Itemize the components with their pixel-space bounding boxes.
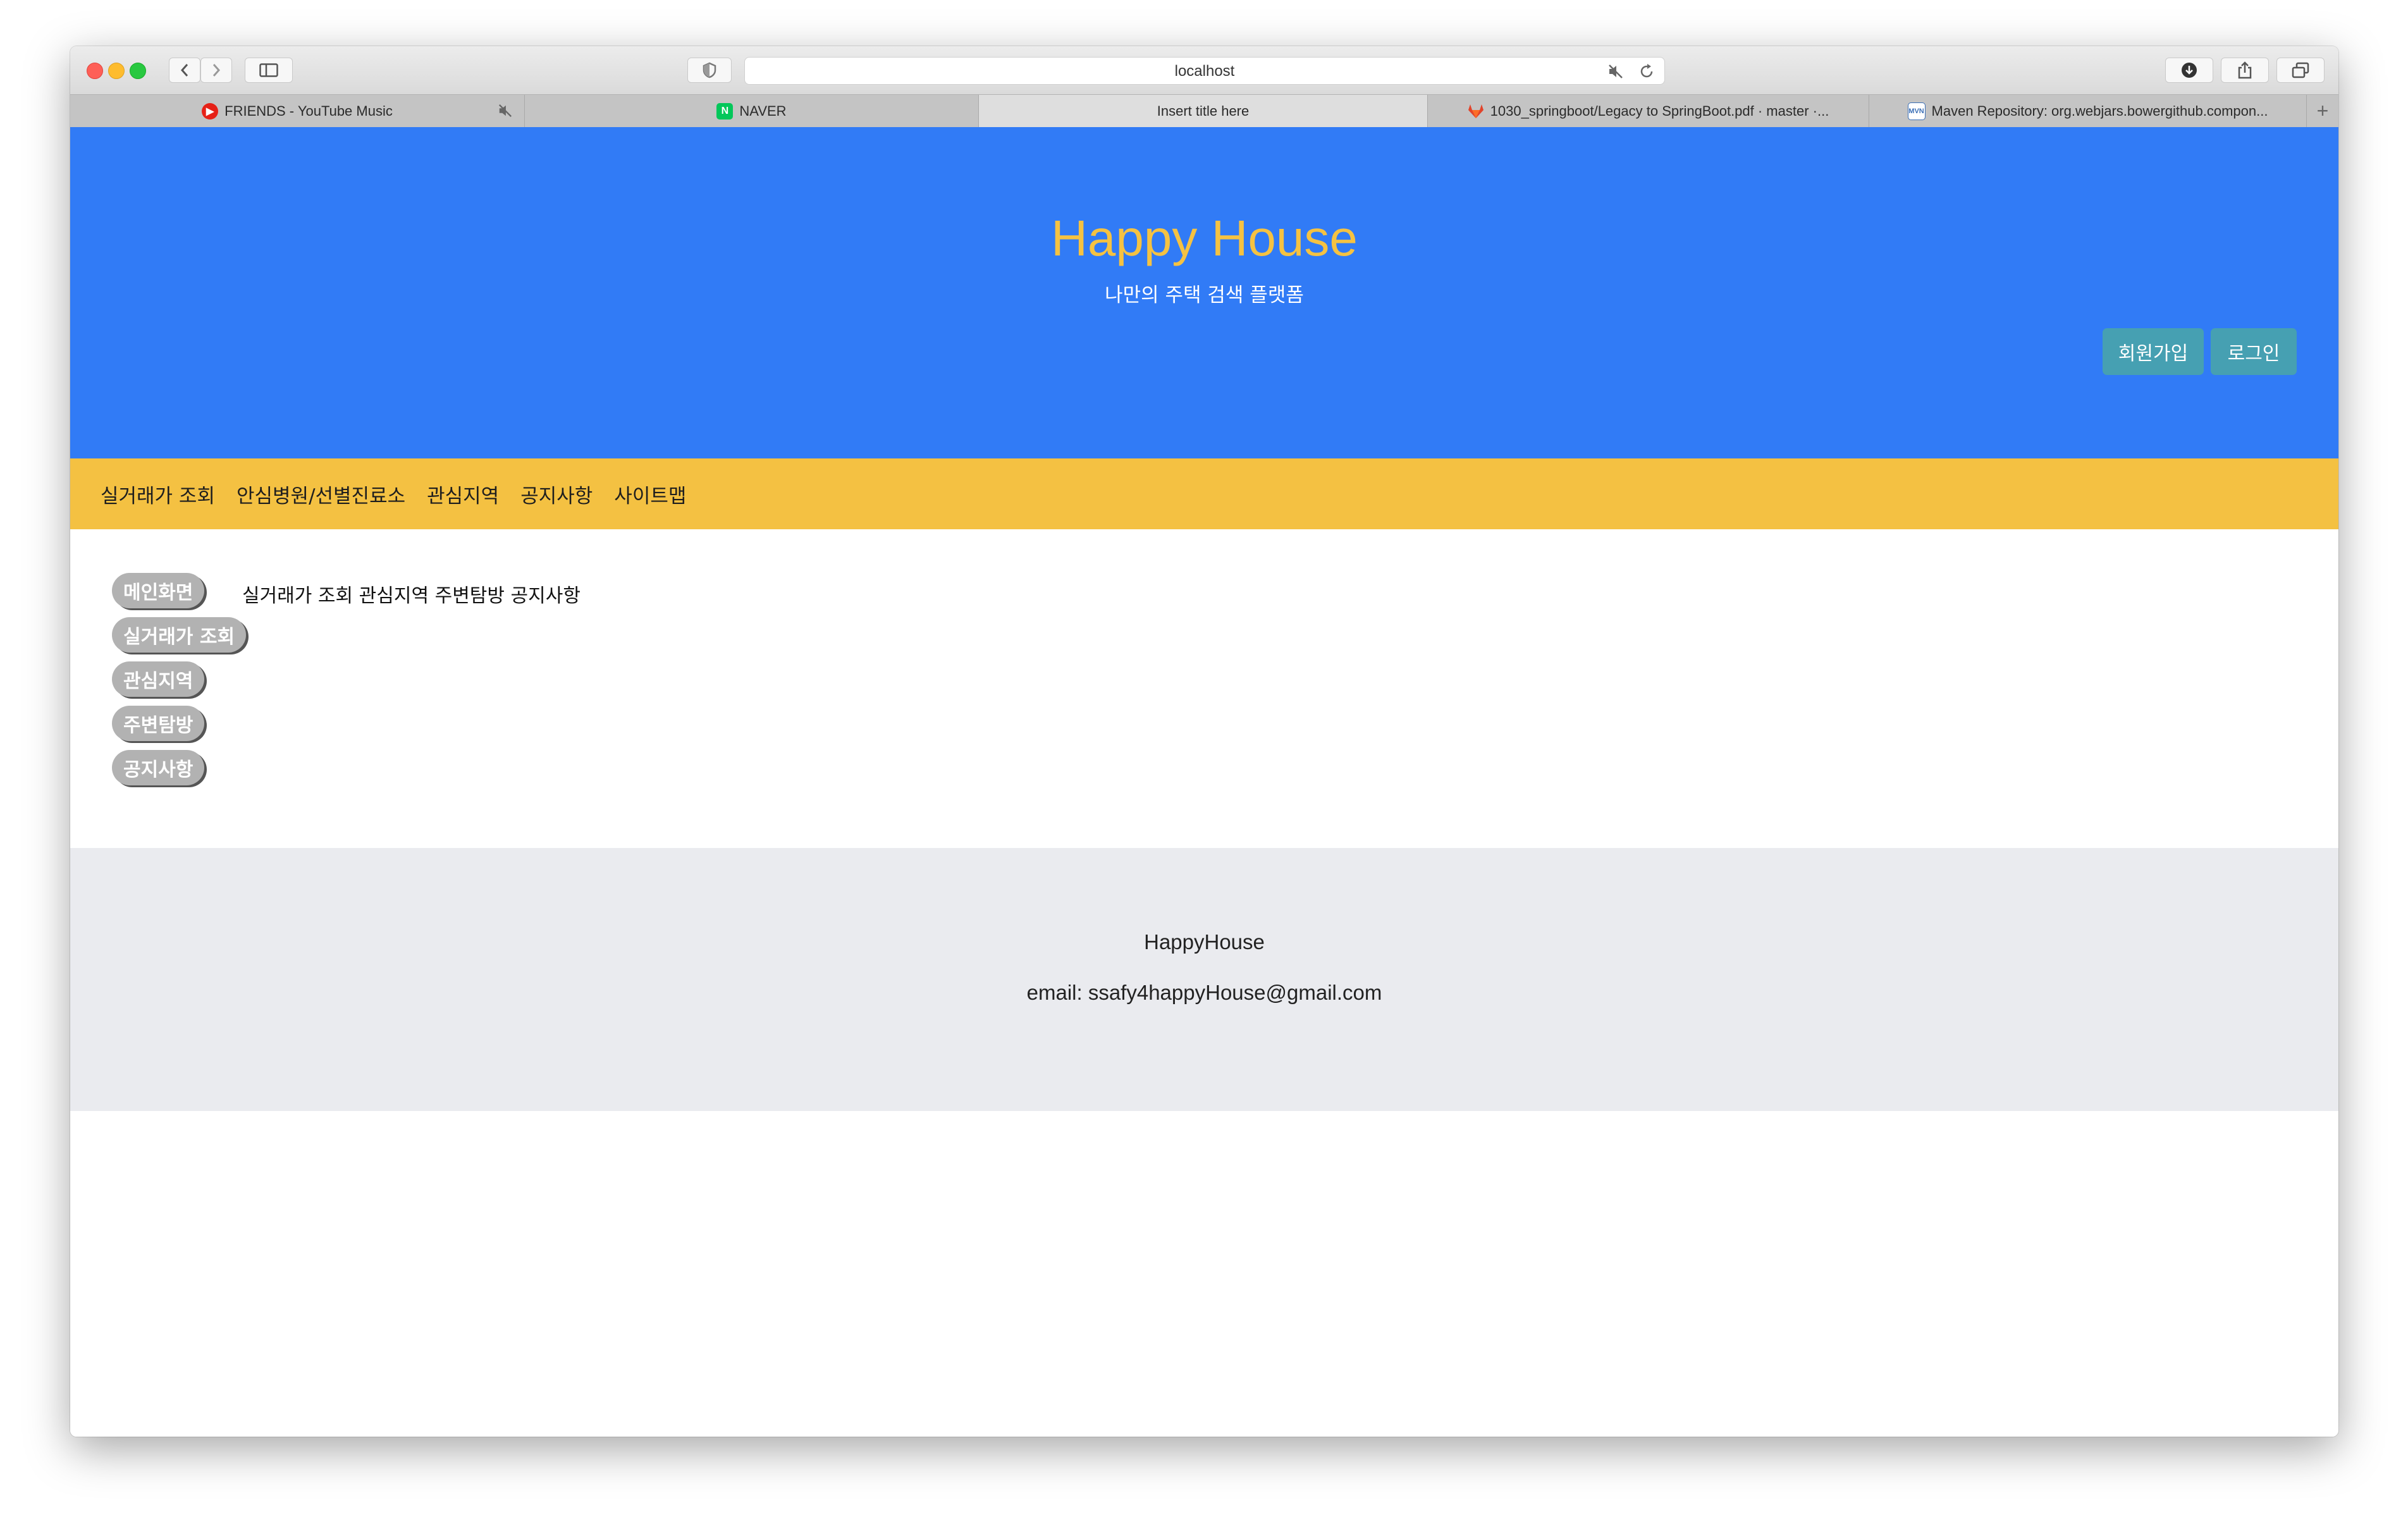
youtube-music-icon: ▶: [202, 102, 219, 120]
nav-item-price-lookup[interactable]: 실거래가 조회: [101, 480, 215, 508]
site-title: Happy House: [1051, 210, 1358, 266]
chevron-right-icon: [212, 64, 221, 77]
main-nav: 실거래가 조회 안심병원/선별진료소 관심지역 공지사항 사이트맵: [70, 458, 2338, 529]
main-page-button[interactable]: 메인화면: [112, 573, 205, 608]
tab-strip: ▶ FRIENDS - YouTube Music N NAVER Insert…: [70, 94, 2338, 127]
close-window-button[interactable]: [87, 63, 103, 79]
footer-name: HappyHouse: [1144, 930, 1265, 954]
share-button[interactable]: [2221, 58, 2269, 83]
site-subtitle: 나만의 주택 검색 플랫폼: [1105, 284, 1304, 307]
sidebar-toggle-button[interactable]: [245, 58, 293, 83]
plus-icon: +: [2316, 99, 2329, 122]
nav-item-interest-area[interactable]: 관심지역: [427, 480, 499, 508]
price-lookup-button[interactable]: 실거래가 조회: [112, 617, 247, 653]
privacy-shield-button[interactable]: [687, 58, 732, 83]
tab-label: FRIENDS - YouTube Music: [224, 102, 393, 119]
tab-youtube-music[interactable]: ▶ FRIENDS - YouTube Music: [70, 95, 525, 127]
downloads-button[interactable]: [2165, 58, 2213, 83]
chevron-left-icon: [180, 64, 188, 77]
tab-overview-button[interactable]: [2276, 58, 2325, 83]
download-icon: [2182, 63, 2197, 78]
tab-label: Insert title here: [1157, 102, 1250, 119]
new-tab-button[interactable]: +: [2307, 95, 2338, 127]
tab-label: 1030_springboot/Legacy to SpringBoot.pdf…: [1490, 102, 1829, 119]
browser-window: localhost ▶ FRIENDS - YouTube Music N NA…: [70, 46, 2338, 1437]
web-page: Happy House 나만의 주택 검색 플랫폼 회원가입 로그인 실거래가 …: [70, 127, 2338, 1437]
footer: HappyHouse email: ssafy4happyHouse@gmail…: [70, 848, 2338, 1111]
zoom-window-button[interactable]: [130, 63, 146, 79]
main-content: 메인화면 실거래가 조회 관심지역 주변탐방 공지사항 실거래가 조회 관심지역…: [70, 529, 2338, 848]
signup-button[interactable]: 회원가입: [2103, 328, 2204, 375]
interest-area-button[interactable]: 관심지역: [112, 661, 205, 697]
address-text: localhost: [1174, 63, 1235, 80]
hero-header: Happy House 나만의 주택 검색 플랫폼 회원가입 로그인: [70, 127, 2338, 458]
share-icon: [2238, 61, 2252, 79]
nav-item-hospitals[interactable]: 안심병원/선별진료소: [236, 480, 405, 508]
mvn-icon: MVN: [1907, 102, 1926, 120]
tab-label: Maven Repository: org.webjars.bowergithu…: [1931, 102, 2268, 119]
back-button[interactable]: [169, 58, 200, 83]
tabs-icon: [2292, 62, 2309, 78]
address-bar[interactable]: localhost: [744, 57, 1665, 85]
reload-icon[interactable]: [1638, 63, 1656, 80]
shield-icon: [703, 62, 716, 78]
nearby-explore-button[interactable]: 주변탐방: [112, 706, 205, 741]
minimize-window-button[interactable]: [108, 63, 125, 79]
browser-toolbar: localhost: [70, 46, 2338, 94]
nav-item-sitemap[interactable]: 사이트맵: [614, 480, 686, 508]
sidebar-icon: [259, 63, 278, 77]
speaker-muted-icon[interactable]: [1607, 63, 1624, 80]
tab-naver[interactable]: N NAVER: [525, 95, 979, 127]
tab-label: NAVER: [739, 102, 787, 119]
forward-button[interactable]: [200, 58, 232, 83]
login-button[interactable]: 로그인: [2211, 328, 2297, 375]
tab-maven[interactable]: MVN Maven Repository: org.webjars.bowerg…: [1869, 95, 2307, 127]
tab-gitlab[interactable]: 1030_springboot/Legacy to SpringBoot.pdf…: [1428, 95, 1869, 127]
nav-item-notices[interactable]: 공지사항: [520, 480, 593, 508]
tab-current-page[interactable]: Insert title here: [979, 95, 1428, 127]
notices-button[interactable]: 공지사항: [112, 750, 205, 785]
speaker-muted-icon[interactable]: [498, 103, 513, 118]
naver-icon: N: [716, 102, 734, 120]
content-text: 실거래가 조회 관심지역 주변탐방 공지사항: [242, 585, 580, 607]
footer-email: email: ssafy4happyHouse@gmail.com: [1026, 981, 1382, 1004]
gitlab-icon: [1468, 103, 1484, 120]
